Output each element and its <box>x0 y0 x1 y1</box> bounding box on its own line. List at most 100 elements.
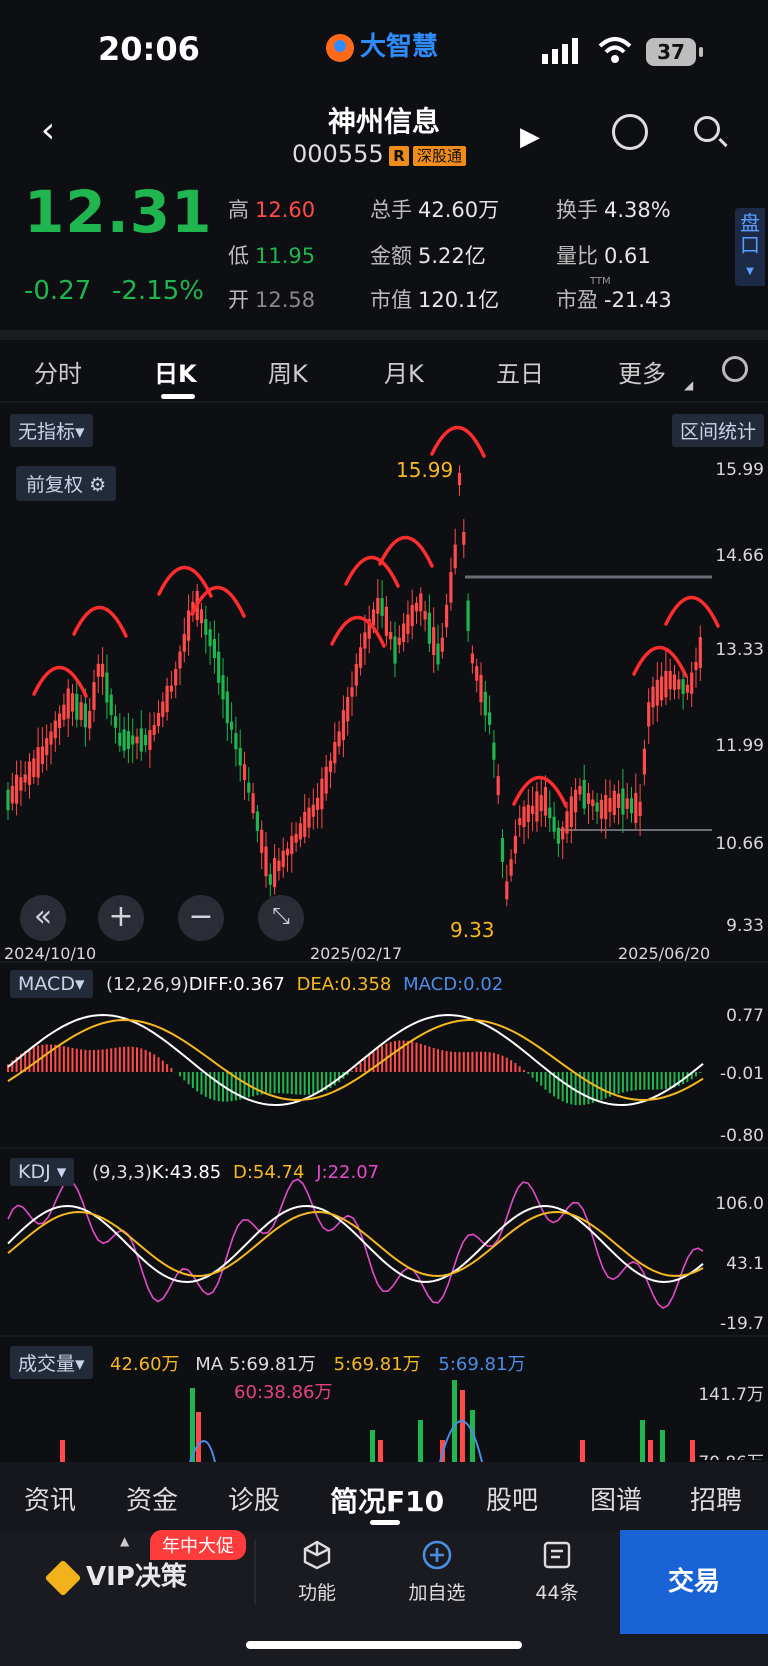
zoom-out-button[interactable]: − <box>178 895 224 941</box>
kline-candle <box>479 674 483 703</box>
macd-bar <box>140 1048 143 1072</box>
volume-bar <box>690 1440 695 1462</box>
macd-bar <box>480 1051 482 1072</box>
kline-candle <box>139 728 143 752</box>
kline-ytick: 9.33 <box>726 916 764 936</box>
trade-button[interactable]: 交易 <box>620 1530 768 1634</box>
annotation-arc <box>157 565 213 598</box>
macd-bar <box>664 1072 667 1090</box>
scroll-left-button[interactable]: « <box>20 895 66 941</box>
kline-candle <box>406 614 410 634</box>
macd-bar <box>544 1072 547 1090</box>
volume-bar <box>580 1440 585 1462</box>
volume-select[interactable]: 成交量▾ <box>10 1346 93 1379</box>
kline-candle <box>242 764 247 780</box>
kline-candle <box>376 597 380 614</box>
kline-min-label: 9.33 <box>450 918 495 942</box>
kline-candle <box>49 731 53 745</box>
macd-bar <box>226 1072 229 1102</box>
macd-bar <box>449 1051 452 1072</box>
volume-name: 成交量 <box>18 1353 76 1375</box>
kline-candle <box>561 827 565 840</box>
btab-f10[interactable]: 简况F10 <box>330 1480 444 1520</box>
kline-candle <box>359 647 363 668</box>
macd-bar <box>510 1060 513 1072</box>
kline-candle <box>539 795 543 812</box>
messages-button[interactable]: 44条 <box>512 1540 602 1605</box>
btab-news[interactable]: 资讯 <box>24 1480 76 1517</box>
kline-candle <box>445 604 449 628</box>
macd-bar <box>144 1049 147 1072</box>
kdj-select[interactable]: KDJ ▾ <box>10 1158 75 1186</box>
kline-candle <box>591 799 595 807</box>
macd-bar <box>381 1045 384 1072</box>
fullscreen-button[interactable]: ⤡ <box>258 895 304 941</box>
kline-candle <box>552 816 556 832</box>
macd-bar <box>67 1047 70 1072</box>
kline-candle <box>488 712 492 725</box>
kline-candle <box>574 789 578 813</box>
kline-candle <box>681 679 685 694</box>
macd-ytick: -0.80 <box>720 1126 764 1146</box>
macd-bar <box>527 1072 530 1074</box>
kline-candle <box>638 801 642 816</box>
macd-bar <box>196 1072 199 1092</box>
kdj-ytick: -19.7 <box>720 1314 764 1334</box>
btab-diagnosis[interactable]: 诊股 <box>228 1480 280 1517</box>
kline-candle <box>432 627 436 656</box>
macd-bar <box>170 1068 173 1072</box>
macd-bar <box>488 1052 491 1072</box>
chart-canvas[interactable] <box>0 0 768 1462</box>
kline-candle <box>634 792 638 823</box>
kline-candle <box>612 790 616 816</box>
macd-bar <box>535 1072 538 1082</box>
kline-candle <box>45 738 49 756</box>
kline-candle <box>298 823 302 840</box>
volume-bar <box>418 1420 423 1462</box>
kline-candle <box>307 807 311 828</box>
kline-candle <box>531 805 535 815</box>
btab-graph[interactable]: 图谱 <box>590 1480 642 1517</box>
kline-candle <box>397 637 401 646</box>
zoom-in-button[interactable]: + <box>98 895 144 941</box>
macd-bar <box>97 1049 100 1072</box>
macd-bar <box>634 1072 637 1091</box>
btab-forum[interactable]: 股吧 <box>486 1480 538 1517</box>
macd-bar <box>652 1072 654 1090</box>
macd-bar <box>363 1058 366 1072</box>
macd-bar <box>88 1050 91 1072</box>
function-button[interactable]: 功能 <box>272 1540 362 1605</box>
kline-candle <box>27 761 32 785</box>
kline-candle <box>92 682 96 710</box>
annotation-arc <box>430 425 486 458</box>
macd-bar <box>351 1071 353 1072</box>
kline-candle <box>642 748 646 775</box>
kline-candle <box>384 606 388 636</box>
macd-bar <box>566 1072 568 1104</box>
kline-candle <box>118 732 122 746</box>
macd-bar <box>290 1072 293 1095</box>
macd-bar <box>80 1049 83 1072</box>
kline-candle <box>569 796 573 828</box>
macd-bar <box>548 1072 551 1094</box>
btab-jobs[interactable]: 招聘 <box>690 1480 742 1517</box>
kline-date: 2025/02/17 <box>310 944 403 963</box>
kline-candle <box>62 704 66 720</box>
macd-bar <box>282 1072 285 1094</box>
macd-select[interactable]: MACD▾ <box>10 970 93 998</box>
kline-candle <box>337 731 341 747</box>
macd-bar <box>200 1072 203 1095</box>
vip-decision-button[interactable]: VIP决策 <box>44 1556 187 1596</box>
kline-candle <box>105 672 109 703</box>
annotation-arc <box>664 595 720 628</box>
vip-diamond-icon <box>44 1559 82 1596</box>
btab-funds[interactable]: 资金 <box>126 1480 178 1517</box>
macd-bar <box>273 1072 276 1094</box>
macd-bar <box>230 1072 233 1102</box>
kline-candle <box>350 687 354 697</box>
macd-bar <box>626 1072 629 1092</box>
kline-ytick: 15.99 <box>715 460 764 480</box>
kline-candle <box>19 777 23 791</box>
macd-bar <box>316 1072 319 1094</box>
add-watchlist-button[interactable]: 加自选 <box>392 1540 482 1605</box>
